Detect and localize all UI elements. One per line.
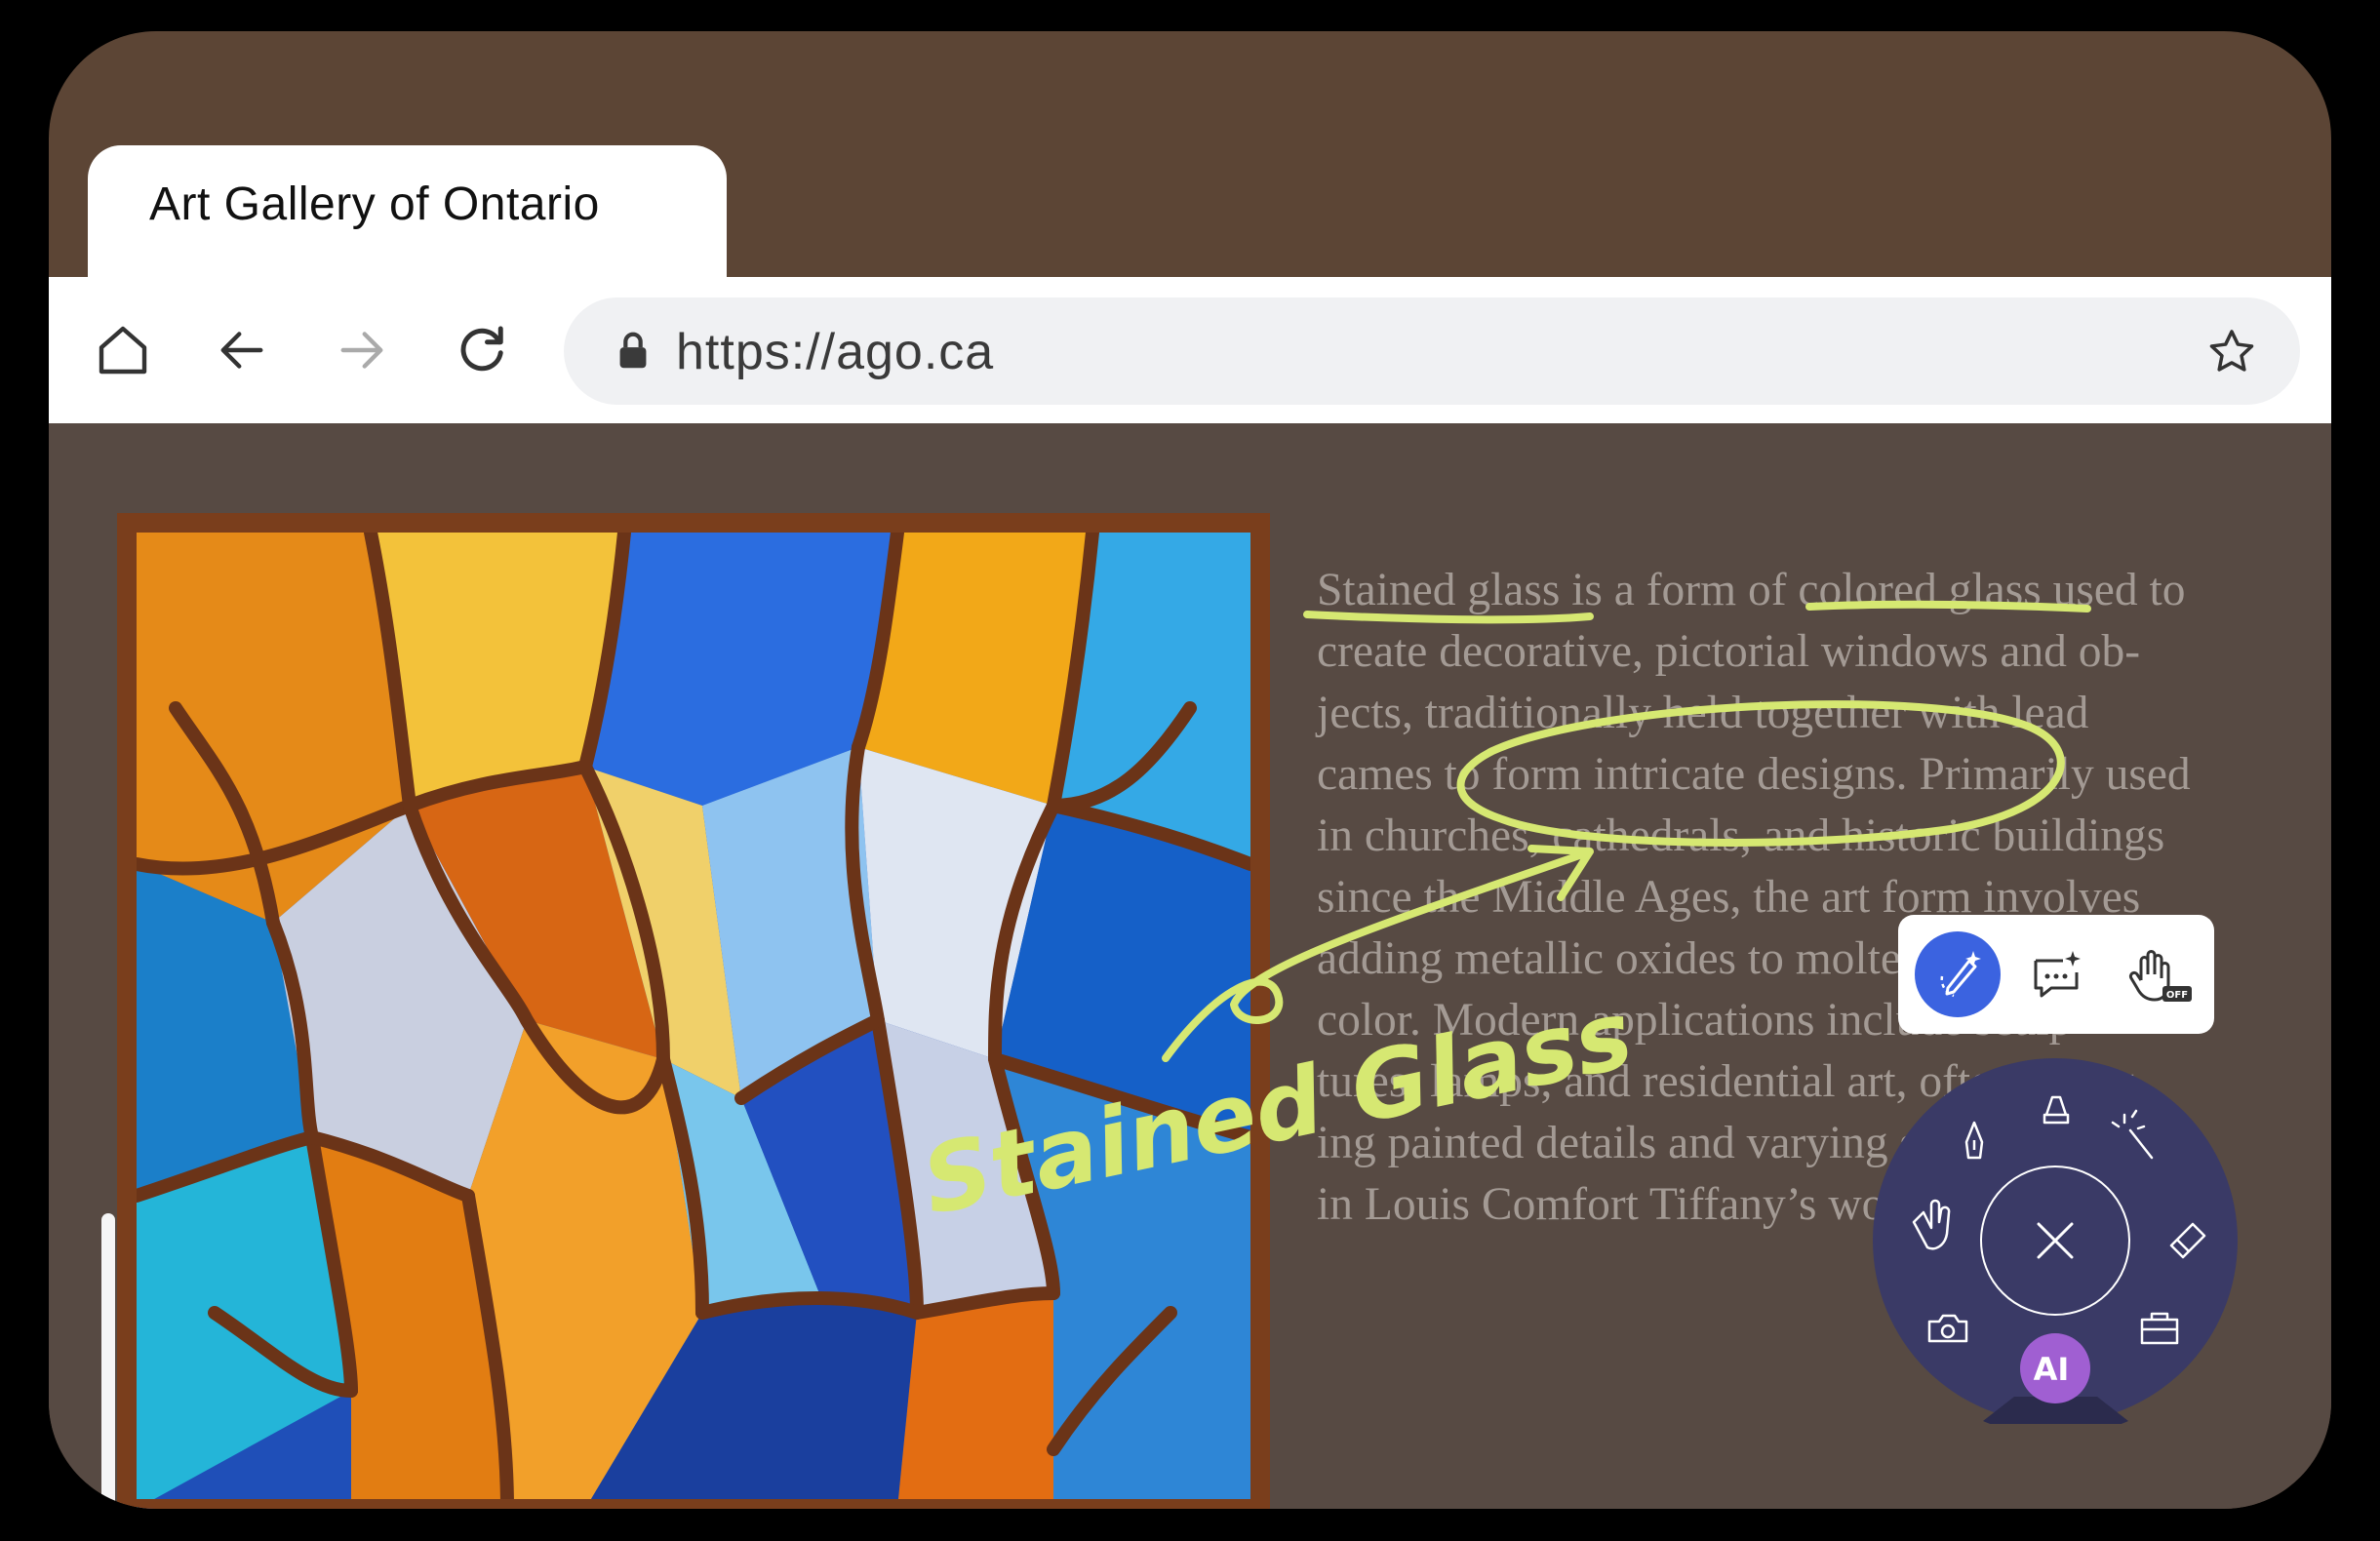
- article-line: create decorative, pictorial windows and…: [1317, 626, 2141, 677]
- article-line: Stained glass is a form of colored glass…: [1317, 565, 2186, 615]
- article-line: in Louis Comfort Tiffany’s work.: [1317, 1179, 1935, 1230]
- article-line: in churches, cathedrals, and historic bu…: [1317, 810, 2165, 861]
- browser-toolbar: https://ago.ca: [49, 277, 2331, 423]
- scrollbar[interactable]: [101, 1213, 115, 1509]
- forward-arrow-icon[interactable]: [330, 318, 394, 382]
- hand-off-icon: OFF: [2128, 950, 2192, 1002]
- article-line: jects, traditionally held together with …: [1317, 688, 2089, 738]
- ai-pen-icon: [1915, 931, 2001, 1017]
- stained-glass-artwork: [117, 513, 1270, 1509]
- browser-tab[interactable]: Art Gallery of Ontario: [88, 145, 727, 277]
- back-arrow-icon[interactable]: [210, 318, 274, 382]
- reload-icon[interactable]: [450, 318, 514, 382]
- off-badge: OFF: [2166, 990, 2188, 1001]
- lock-icon: [611, 329, 655, 374]
- ai-pen-button[interactable]: [1915, 931, 2001, 1017]
- ai-label: AI: [2034, 1351, 2070, 1388]
- home-icon[interactable]: [91, 318, 155, 382]
- article-line: cames to form intricate designs. Primari…: [1317, 749, 2191, 800]
- tab-title: Art Gallery of Ontario: [149, 178, 600, 230]
- url-text[interactable]: https://ago.ca: [676, 323, 994, 381]
- pen-mini-toolbar: OFF: [1898, 915, 2214, 1034]
- ai-button[interactable]: AI: [2020, 1333, 2090, 1403]
- radial-tool-menu: AI: [1873, 1058, 2238, 1424]
- star-icon[interactable]: [2204, 325, 2259, 379]
- ai-comment-button[interactable]: [2012, 931, 2098, 1017]
- address-bar[interactable]: https://ago.ca: [564, 297, 2300, 405]
- hand-off-button[interactable]: OFF: [2112, 931, 2198, 1017]
- ai-comment-icon: [2034, 951, 2081, 998]
